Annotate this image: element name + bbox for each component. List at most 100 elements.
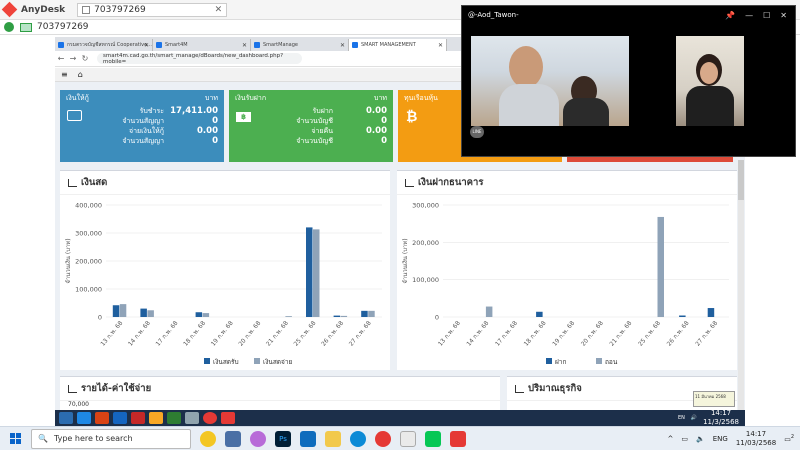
clock[interactable]: 14:17 11/03/2568 xyxy=(736,430,776,448)
x-tick-label: 20 ก.พ. 68 xyxy=(580,320,605,348)
windows-start-icon[interactable] xyxy=(10,433,21,444)
bar xyxy=(119,304,127,317)
notepad-icon[interactable] xyxy=(400,430,416,447)
page-scrollbar[interactable] xyxy=(738,160,744,410)
x-tick-label: 13 ก.พ. 68 xyxy=(437,320,462,348)
outlook-icon[interactable] xyxy=(300,430,316,447)
chrome-icon[interactable] xyxy=(203,412,217,424)
minimize-icon[interactable]: — xyxy=(745,11,753,20)
url-bar[interactable]: smart4m.cad.go.th/smart_manage/dBoards/n… xyxy=(97,53,302,65)
remote-start-icon[interactable] xyxy=(59,412,73,424)
close-icon[interactable]: ✕ xyxy=(780,11,787,20)
volume-icon[interactable]: 🔈 xyxy=(696,435,705,443)
copilot-icon[interactable] xyxy=(200,430,216,447)
close-tab-icon[interactable]: ✕ xyxy=(144,42,149,49)
menu-icon[interactable]: ≡ xyxy=(61,70,68,79)
y-tick-label: 100,000 xyxy=(412,276,439,284)
legend-swatch xyxy=(254,358,260,364)
x-tick-label: 25 ก.พ. 68 xyxy=(637,320,662,348)
back-icon[interactable]: ← xyxy=(55,54,67,63)
file-explorer-icon[interactable] xyxy=(325,430,341,447)
volume-icon[interactable]: 🔊 xyxy=(691,415,697,421)
close-tab-icon[interactable]: ✕ xyxy=(438,42,443,49)
tab-label: SmartManage xyxy=(263,42,298,48)
bar-chart-icon xyxy=(68,178,77,187)
y-axis-label: จำนวนเงิน (บาท) xyxy=(402,238,409,283)
bar xyxy=(285,316,292,317)
money-icon: ฿ xyxy=(236,112,251,122)
video-feed-self xyxy=(676,36,744,126)
session-tab-label: 703797269 xyxy=(94,4,146,15)
row-value: 0 xyxy=(381,116,387,126)
photos-icon[interactable] xyxy=(250,430,266,447)
browser-tab[interactable]: กรมตรวจบัญชีสหกรณ์ Cooperative... ✕ xyxy=(55,39,153,51)
anydesk-address: 703797269 xyxy=(37,22,89,32)
powerpoint-icon[interactable] xyxy=(131,412,145,424)
line-icon[interactable] xyxy=(425,430,441,447)
edge-icon[interactable] xyxy=(350,430,366,447)
word-icon[interactable] xyxy=(113,412,127,424)
remote-monitor-icon[interactable] xyxy=(20,22,32,32)
taskbar-search-input[interactable]: 🔍 Type here to search xyxy=(31,428,191,449)
ie-icon[interactable] xyxy=(77,412,91,424)
remote-date: 11/3/2568 xyxy=(703,418,739,426)
video-feed-main xyxy=(471,36,629,126)
row-label: รับชำระ xyxy=(139,107,164,115)
row-value: 0.00 xyxy=(366,106,387,116)
bar xyxy=(361,310,368,317)
chrome-icon[interactable] xyxy=(375,430,391,447)
excel-icon[interactable] xyxy=(167,412,181,424)
close-tab-icon[interactable]: ✕ xyxy=(340,42,345,49)
legend-swatch xyxy=(596,358,602,364)
close-tab-icon[interactable]: ✕ xyxy=(242,42,247,49)
legend-label: เงินสดรับ xyxy=(213,358,239,366)
bank-chart: 0 100,000 200,000 300,000 จำนวนเงิน (บาท) 13 … xyxy=(402,202,729,366)
calculator-icon[interactable] xyxy=(225,430,241,447)
bar-chart-icon xyxy=(405,178,414,187)
close-tab-icon[interactable]: ✕ xyxy=(215,5,223,15)
media-player-icon[interactable] xyxy=(95,412,109,424)
browser-tab-active[interactable]: SMART MANAGEMENT ✕ xyxy=(349,39,447,51)
deposit-card[interactable]: เงินรับฝาก บาท ฿ รับฝาก 0.00 จำนวนบัญชี 0 จ… xyxy=(229,90,393,162)
anydesk-icon[interactable] xyxy=(450,430,466,447)
connected-status-icon xyxy=(4,22,14,32)
x-tick-label: 21 ก.พ. 68 xyxy=(608,320,633,348)
search-icon: 🔍 xyxy=(38,434,48,443)
legend-label: ถอน xyxy=(605,358,618,366)
row-label: จำนวนสัญญา xyxy=(122,137,164,145)
language-indicator[interactable]: ENG xyxy=(713,435,728,443)
network-icon[interactable]: ▭ xyxy=(681,435,688,443)
x-tick-label: 27 ก.พ. 68 xyxy=(694,320,719,348)
row-value: 0 xyxy=(212,116,218,126)
reload-icon[interactable]: ↻ xyxy=(79,54,91,63)
browser-tab[interactable]: SmartManage ✕ xyxy=(251,39,349,51)
line-logo-icon: LINE xyxy=(470,126,484,138)
row-label: จำนวนบัญชี xyxy=(296,137,333,145)
remote-lang[interactable]: EN xyxy=(678,415,685,421)
y-tick-label: 300,000 xyxy=(412,202,439,210)
anydesk-session-tab[interactable]: 703797269 ✕ xyxy=(77,2,228,17)
home-icon[interactable]: ⌂ xyxy=(78,70,83,79)
notification-icon[interactable]: ▭2 xyxy=(784,434,794,443)
photoshop-icon[interactable]: Ps xyxy=(275,430,291,447)
row-value: 0.00 xyxy=(366,126,387,136)
favicon-icon xyxy=(352,42,358,48)
card-title: ทุนเรือนหุ้น xyxy=(404,94,438,102)
remote-clock[interactable]: 14:17 11/3/2568 xyxy=(703,409,739,427)
browser-tab[interactable]: Smart4M ✕ xyxy=(153,39,251,51)
scrollbar-thumb[interactable] xyxy=(738,160,744,200)
chart-title: เงินสด xyxy=(81,177,108,188)
folder-icon[interactable] xyxy=(149,412,163,424)
loan-card[interactable]: เงินให้กู้ บาท รับชำระ 17,411.00 จำนวนสัญญ… xyxy=(60,90,224,162)
x-tick-label: 19 ก.พ. 68 xyxy=(210,320,235,348)
forward-icon[interactable]: → xyxy=(67,54,79,63)
document-icon[interactable] xyxy=(185,412,199,424)
favicon-icon xyxy=(58,42,64,48)
video-call-window: @-Aod_Tawon- 📌 — ☐ ✕ LINE xyxy=(461,5,796,157)
chevron-up-icon[interactable]: ^ xyxy=(668,435,674,443)
bar xyxy=(140,308,147,317)
x-tick-label: 21 ก.พ. 68 xyxy=(265,320,290,348)
anydesk-icon[interactable] xyxy=(221,412,235,424)
pin-icon[interactable]: 📌 xyxy=(725,11,735,20)
maximize-icon[interactable]: ☐ xyxy=(763,11,770,20)
